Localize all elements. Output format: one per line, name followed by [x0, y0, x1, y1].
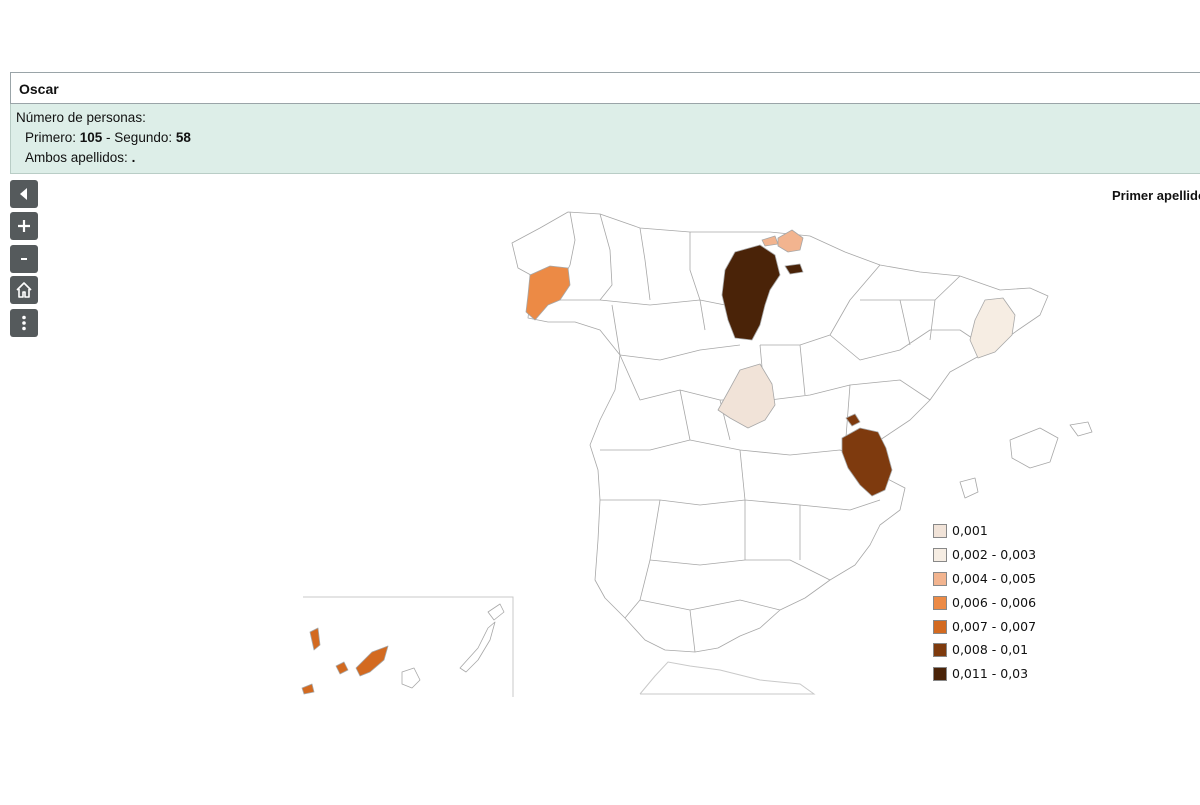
balearic-menorca — [1069, 421, 1093, 437]
region-la-gomera[interactable] — [335, 661, 349, 675]
map-title: Primer apellido — [1112, 188, 1200, 203]
legend-swatch — [933, 620, 947, 634]
legend-label: 0,008 - 0,01 — [952, 642, 1029, 657]
legend-swatch — [933, 667, 947, 681]
region-lanzarote[interactable] — [487, 603, 505, 621]
region-fuerteventura[interactable] — [459, 621, 496, 673]
peninsula-outline — [511, 211, 1049, 653]
back-button[interactable] — [10, 180, 38, 208]
region-tenerife[interactable] — [355, 645, 389, 677]
more-options-icon — [22, 315, 26, 331]
back-icon — [20, 188, 27, 200]
legend-swatch — [933, 596, 947, 610]
legend-label: 0,006 - 0,006 — [952, 595, 1037, 610]
legend-swatch — [933, 572, 947, 586]
home-icon — [16, 282, 32, 298]
legend-swatch — [933, 548, 947, 562]
legend-swatch — [933, 524, 947, 538]
legend-label: 0,004 - 0,005 — [952, 571, 1037, 586]
region-gran-canaria[interactable] — [401, 667, 421, 689]
africa-coast-inset — [639, 661, 816, 695]
zoom-in-button[interactable] — [10, 212, 38, 240]
zoom-out-button[interactable] — [10, 245, 38, 273]
legend-label: 0,002 - 0,003 — [952, 547, 1037, 562]
more-options-button[interactable] — [10, 309, 38, 337]
zoom-in-icon — [18, 220, 30, 232]
legend-label: 0,011 - 0,03 — [952, 666, 1029, 681]
legend-swatch — [933, 643, 947, 657]
legend-label: 0,007 - 0,007 — [952, 619, 1037, 634]
zoom-out-icon — [21, 258, 27, 260]
balearic-ibiza — [959, 477, 979, 499]
legend-label: 0,001 — [952, 523, 988, 538]
region-la-palma[interactable] — [309, 627, 321, 651]
region-el-hierro[interactable] — [301, 683, 315, 695]
home-button[interactable] — [10, 276, 38, 304]
balearic-mallorca — [1009, 427, 1059, 469]
